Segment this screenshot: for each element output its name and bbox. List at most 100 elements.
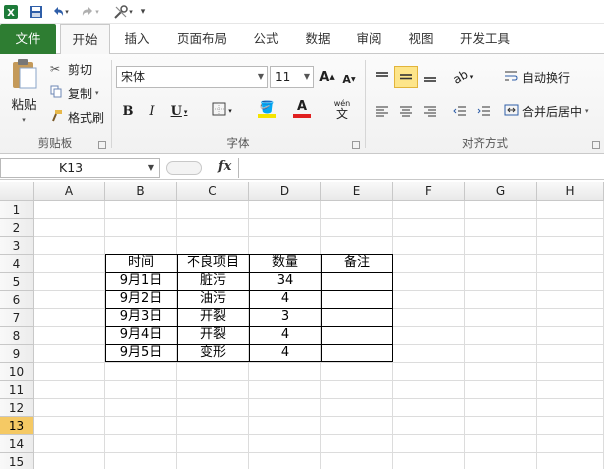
column-header-b[interactable]: B <box>105 182 177 201</box>
font-color-button[interactable]: A <box>286 98 318 120</box>
row-header-9[interactable]: 9 <box>0 345 34 363</box>
name-box[interactable]: K13 ▼ <box>0 158 160 178</box>
underline-button[interactable]: U ▾ <box>164 100 194 122</box>
undo-icon[interactable]: ▾ <box>50 3 70 21</box>
format-painter-button[interactable]: 格式刷 <box>50 108 104 126</box>
table-cell[interactable]: 9月5日 <box>105 344 177 362</box>
row-header-12[interactable]: 12 <box>0 399 34 417</box>
column-header-h[interactable]: H <box>537 182 604 201</box>
alignment-launcher-icon[interactable] <box>592 141 600 149</box>
column-header-f[interactable]: F <box>393 182 465 201</box>
table-cell[interactable]: 开裂 <box>177 308 249 326</box>
grow-font-button[interactable]: A ▲ <box>316 66 338 88</box>
tab-data[interactable]: 数据 <box>296 24 340 54</box>
column-header-d[interactable]: D <box>249 182 321 201</box>
table-cell[interactable]: 34 <box>249 272 321 290</box>
tab-view[interactable]: 视图 <box>398 24 444 54</box>
table-cell[interactable]: 4 <box>249 326 321 344</box>
tab-formulas[interactable]: 公式 <box>244 24 288 54</box>
bold-button[interactable]: B <box>116 100 140 122</box>
row-header-2[interactable]: 2 <box>0 219 34 237</box>
table-cell[interactable] <box>321 272 393 290</box>
clipboard-launcher-icon[interactable] <box>98 141 106 149</box>
table-cell[interactable]: 9月4日 <box>105 326 177 344</box>
row-header-6[interactable]: 6 <box>0 291 34 309</box>
row-header-15[interactable]: 15 <box>0 453 34 469</box>
align-middle-button[interactable] <box>394 66 418 88</box>
save-icon[interactable] <box>28 3 44 21</box>
tab-file[interactable]: 文件 <box>0 24 56 54</box>
table-cell[interactable]: 3 <box>249 308 321 326</box>
redo-icon[interactable]: ▾ <box>80 3 100 21</box>
column-header-a[interactable]: A <box>34 182 105 201</box>
row-header-4[interactable]: 4 <box>0 255 34 273</box>
row-header-11[interactable]: 11 <box>0 381 34 399</box>
column-header-g[interactable]: G <box>465 182 537 201</box>
tab-home[interactable]: 开始 <box>60 24 110 55</box>
table-cell[interactable]: 4 <box>249 290 321 308</box>
table-cell[interactable]: 开裂 <box>177 326 249 344</box>
border-button[interactable]: ▾ <box>206 100 238 122</box>
align-top-button[interactable] <box>370 66 394 88</box>
table-cell[interactable]: 4 <box>249 344 321 362</box>
align-center-button[interactable] <box>394 100 418 122</box>
align-left-button[interactable] <box>370 100 394 122</box>
row-header-5[interactable]: 5 <box>0 273 34 291</box>
merge-center-button[interactable]: 合并后居中 ▾ <box>504 102 589 120</box>
orientation-button[interactable]: ab ▾ <box>448 66 478 88</box>
paste-button[interactable]: 粘贴 ▾ <box>6 58 42 124</box>
cut-button[interactable]: ✂ 剪切 <box>50 60 92 78</box>
tab-review[interactable]: 审阅 <box>346 24 392 54</box>
table-header-cell[interactable]: 数量 <box>249 254 321 272</box>
table-header-cell[interactable]: 备注 <box>321 254 393 272</box>
table-header-cell[interactable]: 时间 <box>105 254 177 272</box>
align-right-button[interactable] <box>418 100 442 122</box>
row-header-13[interactable]: 13 <box>0 417 34 435</box>
worksheet-grid[interactable]: ABCDEFGH 1 2 3 4 5 6 7 8 9 10 11 12 13 14 15 时间 不良项目 数量备… <box>0 182 604 469</box>
row-header-14[interactable]: 14 <box>0 435 34 453</box>
row-header-1[interactable]: 1 <box>0 201 34 219</box>
paste-dropdown-icon[interactable]: ▾ <box>22 116 26 124</box>
tab-insert[interactable]: 插入 <box>114 24 160 54</box>
customize-qat-icon[interactable]: ▾ <box>138 3 148 21</box>
copy-dropdown-icon[interactable]: ▾ <box>95 89 99 97</box>
fill-color-button[interactable]: 🪣 <box>250 98 284 120</box>
table-cell[interactable]: 9月2日 <box>105 290 177 308</box>
shrink-font-button[interactable]: A ▼ <box>338 68 360 90</box>
select-all-corner[interactable] <box>0 182 34 201</box>
table-cell[interactable] <box>321 326 393 344</box>
row-header-10[interactable]: 10 <box>0 363 34 381</box>
decrease-indent-button[interactable] <box>448 100 472 122</box>
formula-bar-divider-handle[interactable] <box>166 161 202 175</box>
table-cell[interactable]: 9月3日 <box>105 308 177 326</box>
tab-page-layout[interactable]: 页面布局 <box>166 24 238 54</box>
table-cell[interactable] <box>321 344 393 362</box>
table-cell[interactable]: 油污 <box>177 290 249 308</box>
italic-button[interactable]: I <box>140 100 164 122</box>
excel-icon[interactable]: X <box>2 3 20 21</box>
row-header-8[interactable]: 8 <box>0 327 34 345</box>
column-header-c[interactable]: C <box>177 182 249 201</box>
copy-button[interactable]: 复制 ▾ <box>50 84 99 102</box>
formula-input[interactable] <box>238 158 604 178</box>
wrap-text-button[interactable]: 自动换行 <box>504 68 570 86</box>
row-header-3[interactable]: 3 <box>0 237 34 255</box>
tab-developer[interactable]: 开发工具 <box>452 24 518 54</box>
increase-indent-button[interactable] <box>472 100 496 122</box>
column-header-e[interactable]: E <box>321 182 393 201</box>
tools-icon[interactable]: ▾ <box>112 3 134 21</box>
table-cell[interactable] <box>321 290 393 308</box>
table-cell[interactable]: 脏污 <box>177 272 249 290</box>
font-launcher-icon[interactable] <box>352 141 360 149</box>
insert-function-icon[interactable]: fx <box>218 159 231 174</box>
font-name-select[interactable]: 宋体 ▼ <box>116 66 268 88</box>
table-cell[interactable] <box>321 308 393 326</box>
font-size-select[interactable]: 11 ▼ <box>270 66 314 88</box>
table-header-cell[interactable]: 不良项目 <box>177 254 249 272</box>
align-bottom-button[interactable] <box>418 66 442 88</box>
row-header-7[interactable]: 7 <box>0 309 34 327</box>
phonetic-button[interactable]: wén 文 <box>326 98 358 120</box>
merge-dropdown-icon[interactable]: ▾ <box>585 107 589 115</box>
table-cell[interactable]: 变形 <box>177 344 249 362</box>
table-cell[interactable]: 9月1日 <box>105 272 177 290</box>
